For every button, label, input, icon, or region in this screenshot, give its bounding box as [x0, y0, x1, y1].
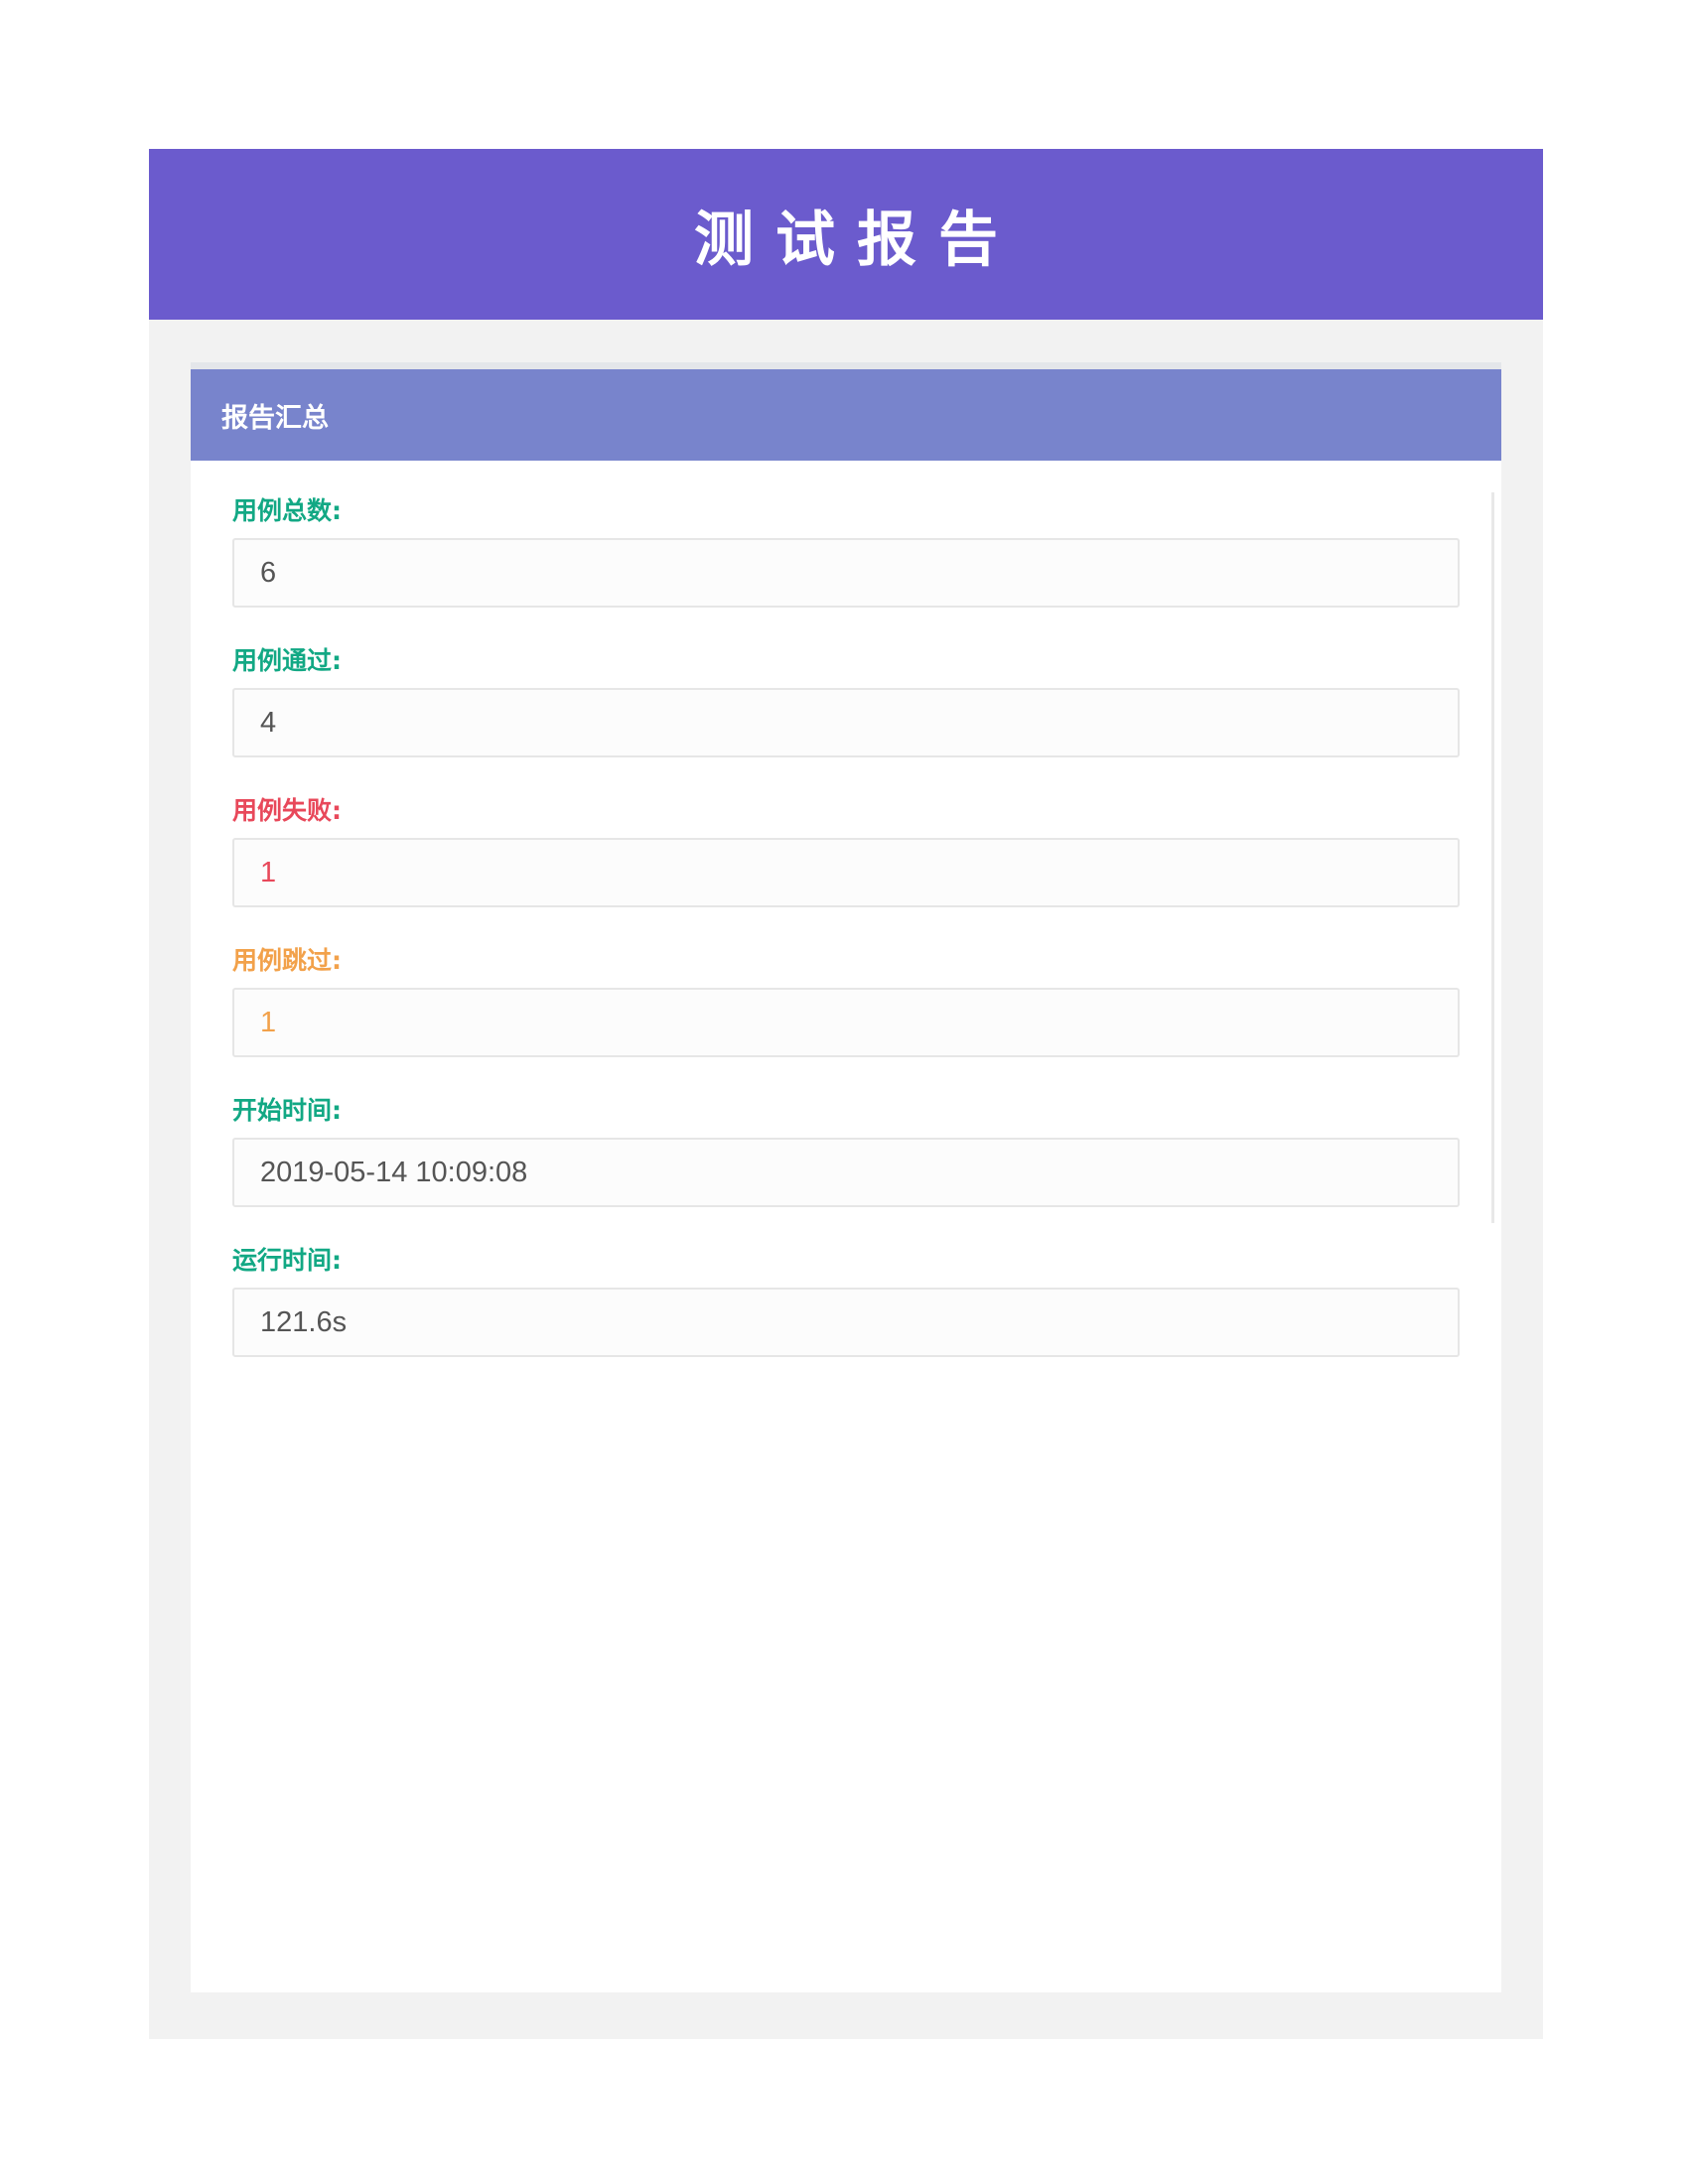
summary-fields: 用例总数: 6 用例通过: 4 用例失败: 1 用例跳过: 1 开始时间: 20…	[232, 494, 1460, 1394]
page-title: 测试报告	[694, 205, 1020, 275]
summary-panel: 报告汇总 用例总数: 6 用例通过: 4 用例失败: 1 用例跳过: 1 开始时…	[191, 362, 1501, 1992]
field-failed-cases: 用例失败: 1	[232, 794, 1460, 944]
field-label: 用例通过:	[232, 646, 342, 675]
summary-panel-heading: 报告汇总	[191, 369, 1501, 461]
field-passed-cases: 用例通过: 4	[232, 644, 1460, 794]
field-label: 开始时间:	[232, 1096, 342, 1125]
skipped-cases-value[interactable]: 1	[232, 988, 1460, 1057]
passed-cases-value[interactable]: 4	[232, 688, 1460, 757]
summary-heading-label: 报告汇总	[221, 402, 329, 434]
field-label: 用例失败:	[232, 796, 342, 825]
panel-scrollbar[interactable]	[1491, 492, 1494, 1223]
run-time-value[interactable]: 121.6s	[232, 1288, 1460, 1357]
field-skipped-cases: 用例跳过: 1	[232, 944, 1460, 1094]
field-label: 运行时间:	[232, 1246, 342, 1275]
failed-cases-value[interactable]: 1	[232, 838, 1460, 907]
field-label: 用例总数:	[232, 496, 342, 525]
field-start-time: 开始时间: 2019-05-14 10:09:08	[232, 1094, 1460, 1244]
total-cases-value[interactable]: 6	[232, 538, 1460, 608]
field-run-time: 运行时间: 121.6s	[232, 1244, 1460, 1394]
field-label: 用例跳过:	[232, 946, 342, 975]
field-total-cases: 用例总数: 6	[232, 494, 1460, 644]
report-banner: 测试报告	[149, 149, 1543, 320]
start-time-value[interactable]: 2019-05-14 10:09:08	[232, 1138, 1460, 1207]
report-page: 测试报告 报告汇总 用例总数: 6 用例通过: 4 用例失败: 1 用例跳过: …	[149, 149, 1543, 2039]
